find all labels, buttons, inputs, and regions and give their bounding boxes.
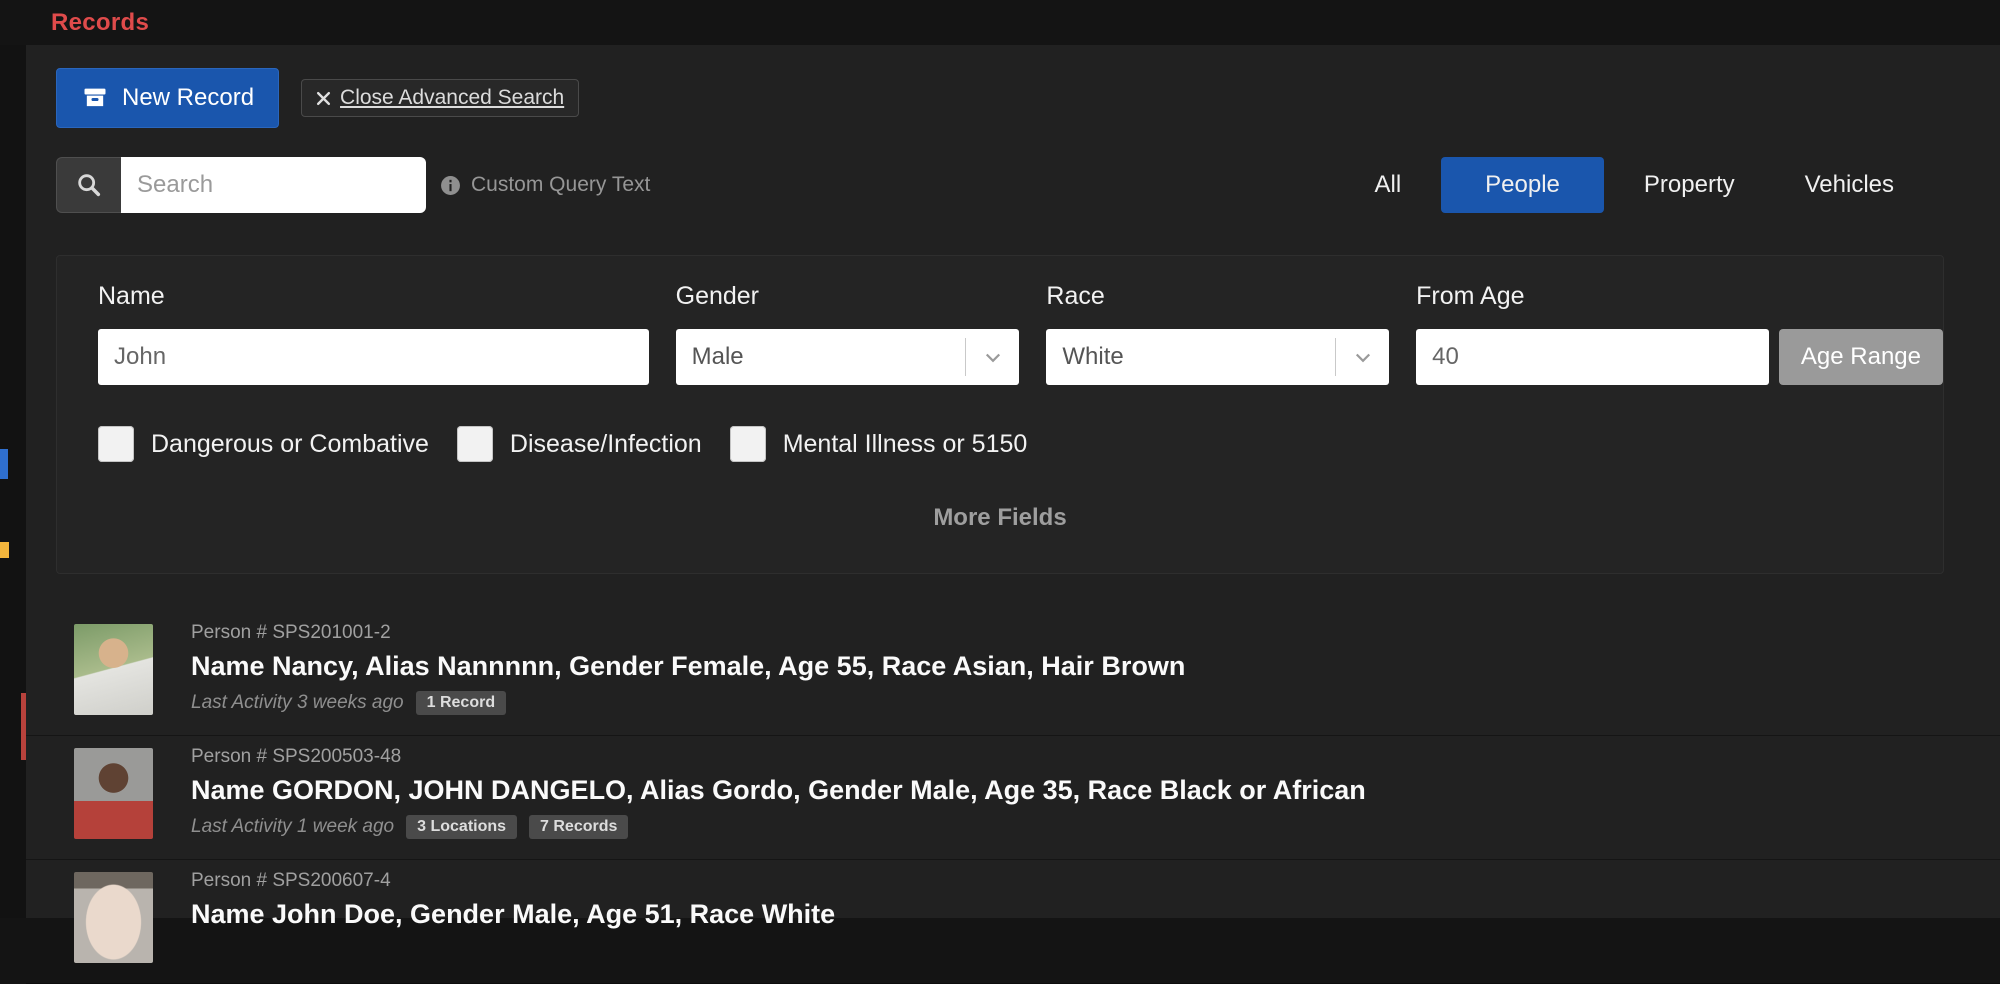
top-bar: Records <box>0 0 2000 45</box>
gender-field-label: Gender <box>676 282 1020 311</box>
records-page: New Record Close Advanced Search <box>26 45 2000 918</box>
result-row[interactable]: Person # SPS201001-2 Name Nancy, Alias N… <box>26 612 2000 736</box>
last-activity: Last Activity 1 week ago <box>191 816 394 838</box>
new-record-button[interactable]: New Record <box>56 68 279 128</box>
tab-people[interactable]: People <box>1441 157 1604 213</box>
dangerous-combative-label: Dangerous or Combative <box>151 430 429 459</box>
search-icon <box>75 171 103 199</box>
mental-illness-label: Mental Illness or 5150 <box>783 430 1028 459</box>
from-age-field-group: From Age <box>1416 282 1769 385</box>
tab-property[interactable]: Property <box>1614 157 1765 213</box>
disease-infection-label: Disease/Infection <box>510 430 702 459</box>
gender-field-group: Gender Male <box>676 282 1020 385</box>
person-photo[interactable] <box>74 748 153 839</box>
custom-query-text: Custom Query Text <box>440 173 650 197</box>
advanced-search-checkboxes: Dangerous or Combative Disease/Infection… <box>98 426 1943 462</box>
disease-infection-check-item: Disease/Infection <box>457 426 702 462</box>
close-icon <box>316 91 331 106</box>
race-select[interactable]: White <box>1046 329 1389 385</box>
page-title: Records <box>51 9 149 37</box>
person-name-line: Name GORDON, JOHN DANGELO, Alias Gordo, … <box>191 775 1366 806</box>
result-row[interactable]: Person # SPS200503-48 Name GORDON, JOHN … <box>26 736 2000 860</box>
side-marker-yellow <box>0 542 9 558</box>
record-count-badge: 7 Records <box>529 815 628 839</box>
person-number: Person # SPS200503-48 <box>191 746 1366 768</box>
search-input[interactable] <box>121 157 426 213</box>
info-icon <box>440 175 461 196</box>
race-select-value: White <box>1046 343 1335 371</box>
locations-count-badge: 3 Locations <box>406 815 517 839</box>
from-age-field-label: From Age <box>1416 282 1769 311</box>
result-text: Person # SPS200607-4 Name John Doe, Gend… <box>191 866 835 983</box>
record-type-tabs: All People Property Vehicles <box>1345 157 1925 213</box>
activity-line: Last Activity 1 week ago 3 Locations 7 R… <box>191 815 1366 839</box>
name-input[interactable] <box>98 329 649 385</box>
side-strip <box>0 45 26 918</box>
new-record-label: New Record <box>122 84 254 112</box>
advanced-search-panel: Name Gender Male Race White <box>56 255 1944 574</box>
name-field-label: Name <box>98 282 649 311</box>
chevron-down-icon <box>965 338 1019 376</box>
chevron-down-icon <box>1335 338 1389 376</box>
close-advanced-search-label: Close Advanced Search <box>340 86 564 110</box>
tab-vehicles[interactable]: Vehicles <box>1775 157 1924 213</box>
record-count-badge: 1 Record <box>416 691 506 715</box>
search-button[interactable] <box>56 157 121 213</box>
person-number: Person # SPS201001-2 <box>191 622 1185 644</box>
from-age-input[interactable] <box>1416 329 1769 385</box>
results-list: Person # SPS201001-2 Name Nancy, Alias N… <box>26 612 2000 984</box>
search-group <box>56 157 426 213</box>
advanced-search-fields: Name Gender Male Race White <box>98 282 1943 385</box>
last-activity: Last Activity 3 weeks ago <box>191 692 404 714</box>
race-field-label: Race <box>1046 282 1389 311</box>
activity-line: Last Activity 3 weeks ago 1 Record <box>191 691 1185 715</box>
result-text: Person # SPS201001-2 Name Nancy, Alias N… <box>191 618 1185 735</box>
result-row[interactable]: Person # SPS200607-4 Name John Doe, Gend… <box>26 860 2000 984</box>
age-range-button[interactable]: Age Range <box>1779 329 1943 385</box>
mental-illness-check-item: Mental Illness or 5150 <box>730 426 1028 462</box>
person-number: Person # SPS200607-4 <box>191 870 835 892</box>
search-row: Custom Query Text All People Property Ve… <box>26 157 2000 213</box>
tab-all[interactable]: All <box>1345 157 1432 213</box>
race-field-group: Race White <box>1046 282 1389 385</box>
disease-infection-checkbox[interactable] <box>457 426 493 462</box>
person-name-line: Name John Doe, Gender Male, Age 51, Race… <box>191 899 835 930</box>
dangerous-combative-check-item: Dangerous or Combative <box>98 426 429 462</box>
result-text: Person # SPS200503-48 Name GORDON, JOHN … <box>191 742 1366 859</box>
gender-select[interactable]: Male <box>676 329 1020 385</box>
mental-illness-checkbox[interactable] <box>730 426 766 462</box>
person-photo[interactable] <box>74 624 153 715</box>
name-field-group: Name <box>98 282 649 385</box>
archive-box-icon <box>81 84 109 112</box>
person-name-line: Name Nancy, Alias Nannnnn, Gender Female… <box>191 651 1185 682</box>
more-fields-link[interactable]: More Fields <box>98 504 1902 532</box>
dangerous-combative-checkbox[interactable] <box>98 426 134 462</box>
close-advanced-search-button[interactable]: Close Advanced Search <box>301 79 579 117</box>
toolbar: New Record Close Advanced Search <box>26 45 2000 128</box>
custom-query-label: Custom Query Text <box>471 173 650 197</box>
gender-select-value: Male <box>676 343 966 371</box>
side-marker-blue <box>0 449 8 479</box>
